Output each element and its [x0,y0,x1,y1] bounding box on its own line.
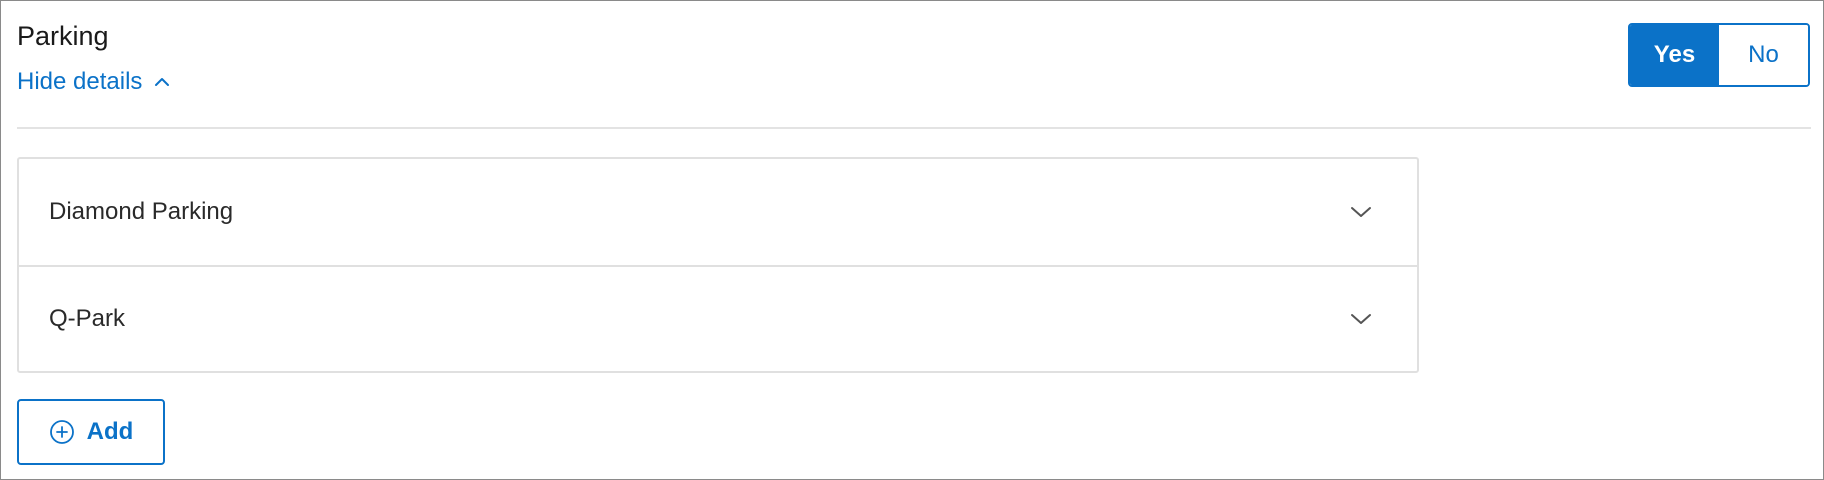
no-button[interactable]: No [1719,25,1808,85]
chevron-down-icon[interactable] [1347,305,1375,333]
add-button-label: Add [86,418,134,445]
section-title: Parking [17,21,109,51]
hide-details-link[interactable]: Hide details [17,67,172,97]
list-item-label: Diamond Parking [49,198,234,225]
plus-circle-icon [49,419,75,445]
add-button[interactable]: Add [17,399,165,465]
hide-details-label: Hide details [17,68,143,95]
section-divider [17,127,1811,129]
parking-panel: Parking Hide details Yes No Diamond Park… [0,0,1824,480]
chevron-up-icon [152,72,172,92]
yes-no-toggle: Yes No [1628,23,1810,87]
chevron-down-icon[interactable] [1347,198,1375,226]
list-item-label: Q-Park [49,305,126,332]
parking-list: Diamond Parking Q-Park [17,157,1419,373]
yes-button[interactable]: Yes [1630,25,1719,85]
list-item-q-park[interactable]: Q-Park [19,265,1417,371]
list-item-diamond-parking[interactable]: Diamond Parking [19,159,1417,265]
